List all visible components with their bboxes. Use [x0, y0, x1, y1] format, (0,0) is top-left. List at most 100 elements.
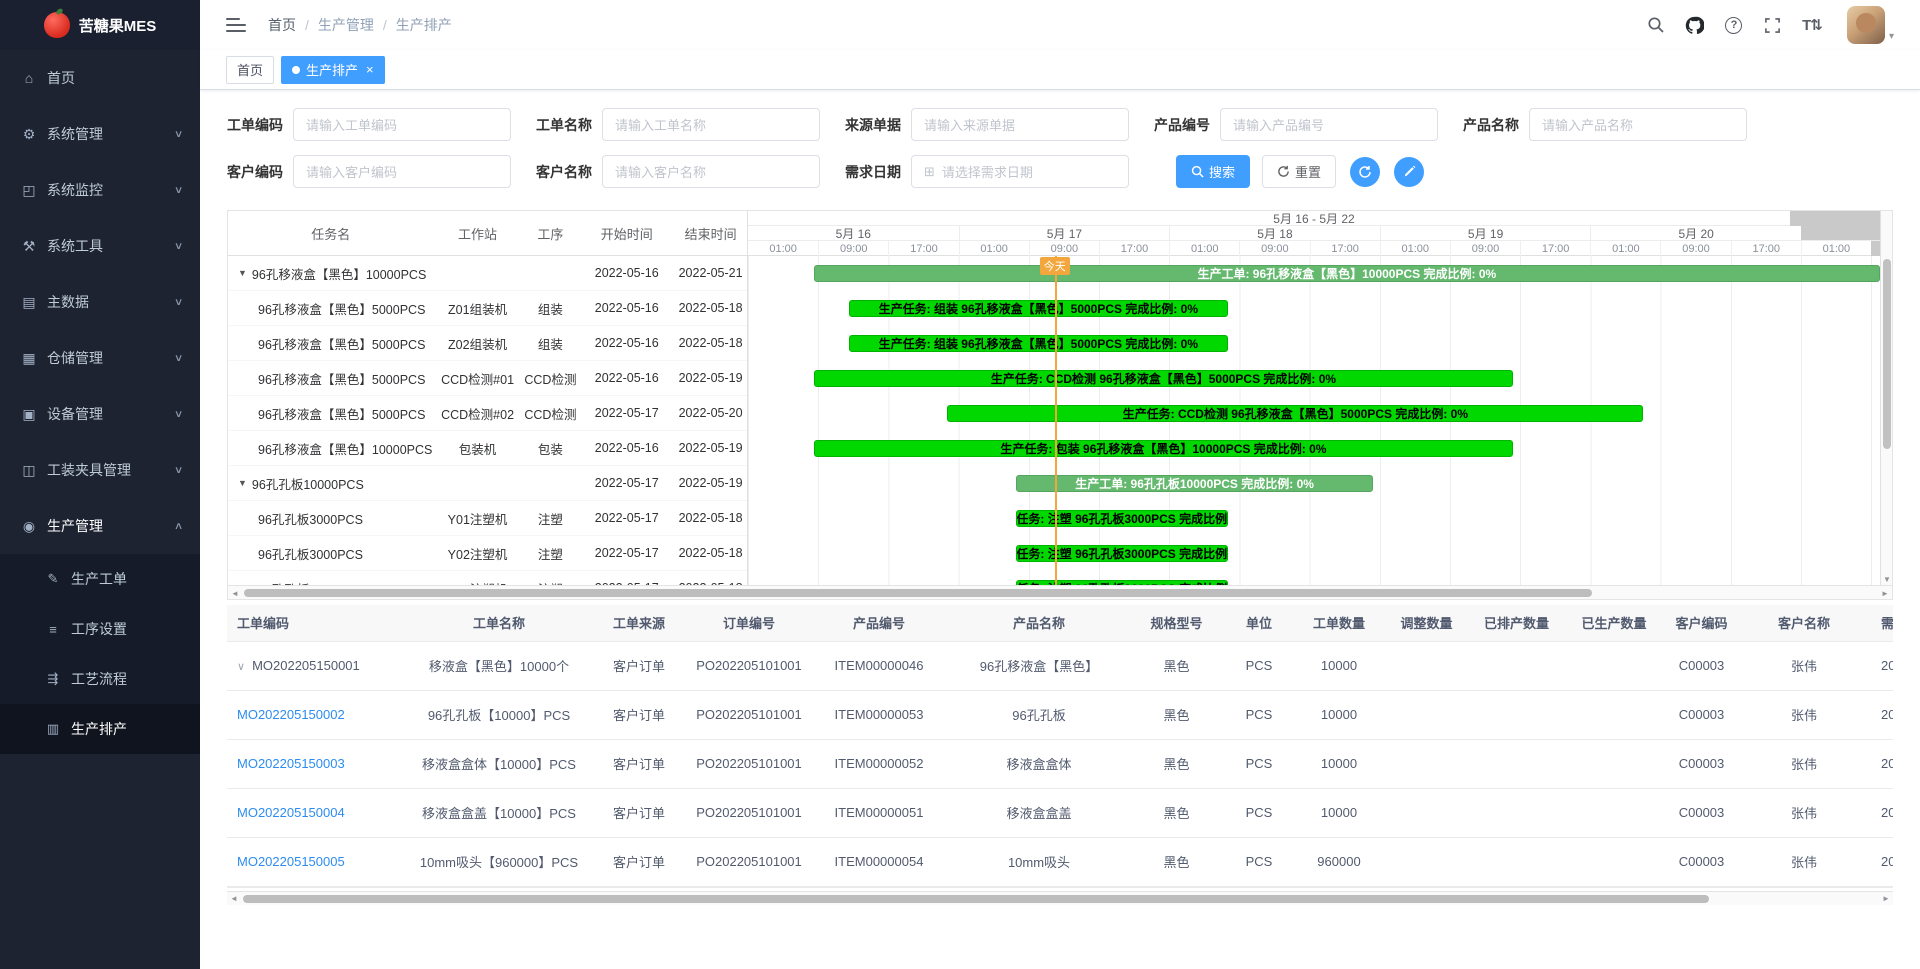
scroll-left-arrow[interactable]: ◄ [228, 586, 242, 600]
work-order-bar[interactable]: 生产工单: 96孔移液盒【黑色】10000PCS 完成比例: 0% [814, 265, 1880, 282]
search-button[interactable]: 搜索 [1176, 155, 1250, 188]
orders-cell: 202 [1869, 739, 1893, 788]
production-task-bar[interactable]: 生产任务: CCD检测 96孔移液盒【黑色】5000PCS 完成比例: 0% [814, 370, 1514, 387]
flow-icon: ⇶ [44, 671, 62, 687]
collapse-icon[interactable]: ▼ [238, 268, 247, 278]
text-input[interactable]: 请输入客户名称 [602, 155, 820, 188]
sidebar-item-monitor[interactable]: ◰系统监控∨ [0, 162, 200, 218]
production-task-bar[interactable]: 生产任务: CCD检测 96孔移液盒【黑色】5000PCS 完成比例: 0% [947, 405, 1643, 422]
fullscreen-icon[interactable] [1763, 15, 1783, 35]
scroll-down-arrow[interactable]: ▼ [1881, 575, 1893, 584]
production-task-bar[interactable]: 生产任务: 组装 96孔移液盒【黑色】5000PCS 完成比例: 0% [849, 300, 1228, 317]
help-icon[interactable]: ? [1724, 15, 1744, 35]
hamburger-icon[interactable] [226, 18, 246, 32]
user-menu[interactable]: ▾ [1847, 6, 1894, 44]
expand-chevron-icon[interactable]: ∨ [237, 661, 245, 673]
orders-cell: 客户订单 [589, 788, 689, 837]
work-order-code-link[interactable]: MO202205150003 [237, 756, 345, 771]
gantt-bar-row: 生产任务: CCD检测 96孔移液盒【黑色】5000PCS 完成比例: 0% [748, 396, 1880, 431]
work-order-code-link[interactable]: MO202205150001 [252, 658, 360, 673]
timeline-day-label: 5月 19 [1380, 226, 1591, 240]
edit-button[interactable] [1394, 157, 1424, 187]
sidebar-item-system[interactable]: ⚙系统管理∨ [0, 106, 200, 162]
sidebar-item-schedule[interactable]: ▥生产排产 [0, 704, 200, 754]
table-row[interactable]: MO20220515000296孔孔板【10000】PCS客户订单PO20220… [227, 690, 1893, 739]
scroll-left-arrow[interactable]: ◄ [227, 892, 241, 906]
work-order-code-link[interactable]: MO202205150004 [237, 805, 345, 820]
submenu-production: ✎生产工单≡工序设置⇶工艺流程▥生产排产 [0, 554, 200, 754]
gantt-horizontal-scrollbar[interactable]: ◄ ► [228, 585, 1892, 599]
sidebar-item-tools[interactable]: ⚒系统工具∨ [0, 218, 200, 274]
scrollbar-thumb[interactable] [243, 895, 1709, 903]
gantt-bar-row: 生产任务: 包装 96孔移液盒【黑色】10000PCS 完成比例: 0% [748, 431, 1880, 466]
sidebar-item-warehouse[interactable]: ▦仓储管理∨ [0, 330, 200, 386]
sidebar-item-device[interactable]: ▣设备管理∨ [0, 386, 200, 442]
scroll-right-arrow[interactable]: ► [1879, 892, 1893, 906]
search-icon[interactable] [1646, 15, 1666, 35]
text-input[interactable]: 请输入产品编号 [1220, 108, 1438, 141]
production-task-bar[interactable]: 生产任务: 组装 96孔移液盒【黑色】5000PCS 完成比例: 0% [849, 335, 1228, 352]
breadcrumb-item[interactable]: 生产管理 [318, 15, 374, 35]
date-input[interactable]: ⊞请选择需求日期 [911, 155, 1129, 188]
input-placeholder: 请输入产品编号 [1233, 115, 1324, 134]
task-process: 包装 [521, 439, 579, 458]
gantt-chart-body: 今天 生产工单: 96孔移液盒【黑色】10000PCS 完成比例: 0%生产任务… [748, 256, 1880, 585]
production-task-bar[interactable]: 生产任务: 注塑 96孔孔板3000PCS 完成比例: 0% [1016, 510, 1228, 527]
sidebar-item-production[interactable]: ◉生产管理∧ [0, 498, 200, 554]
tab-close-icon[interactable]: × [364, 63, 374, 76]
task-name-cell: 96孔移液盒【黑色】5000PCS [228, 404, 434, 423]
reset-button[interactable]: 重置 [1262, 155, 1336, 188]
sidebar-item-workorder[interactable]: ✎生产工单 [0, 554, 200, 604]
work-order-code-link[interactable]: MO202205150002 [237, 707, 345, 722]
table-row[interactable]: MO202205150003移液盒盒体【10000】PCS客户订单PO20220… [227, 739, 1893, 788]
sidebar-item-flow[interactable]: ⇶工艺流程 [0, 654, 200, 704]
text-input[interactable]: 请输入工单名称 [602, 108, 820, 141]
orders-cell: C00003 [1664, 837, 1739, 886]
task-station: Y01注塑机 [434, 509, 522, 528]
gantt-vertical-scrollbar[interactable]: ▼ [1880, 211, 1892, 585]
scrollbar-thumb[interactable] [244, 589, 1592, 597]
avatar[interactable] [1847, 6, 1885, 44]
orders-column-header: 调整数量 [1384, 605, 1469, 641]
collapse-icon[interactable]: ▼ [238, 478, 247, 488]
gantt-bar-row: 生产工单: 96孔孔板10000PCS 完成比例: 0% [748, 466, 1880, 501]
menu-label: 设备管理 [47, 404, 175, 424]
text-input[interactable]: 请输入客户编码 [293, 155, 511, 188]
tab-label: 生产排产 [306, 60, 358, 79]
text-input[interactable]: 请输入工单编码 [293, 108, 511, 141]
table-row[interactable]: ∨MO202205150001移液盒【黑色】10000个客户订单PO202205… [227, 641, 1893, 690]
orders-cell: PCS [1224, 690, 1294, 739]
sidebar-item-masterdata[interactable]: ▤主数据∨ [0, 274, 200, 330]
text-input[interactable]: 请输入来源单据 [911, 108, 1129, 141]
breadcrumb-item[interactable]: 生产排产 [396, 15, 452, 35]
table-row[interactable]: MO202205150004移液盒盒盖【10000】PCS客户订单PO20220… [227, 788, 1893, 837]
production-icon: ◉ [20, 518, 38, 535]
sidebar-item-process[interactable]: ≡工序设置 [0, 604, 200, 654]
orders-horizontal-scrollbar[interactable]: ◄ ► [227, 891, 1893, 905]
breadcrumb-item[interactable]: 首页 [268, 15, 296, 35]
scrollbar-thumb[interactable] [1883, 259, 1891, 449]
refresh-button[interactable] [1350, 157, 1380, 187]
text-input[interactable]: 请输入产品名称 [1529, 108, 1747, 141]
production-task-bar[interactable]: 生产任务: 包装 96孔移液盒【黑色】10000PCS 完成比例: 0% [814, 440, 1514, 457]
task-station: Z02组装机 [434, 334, 522, 353]
orders-cell: 202 [1869, 641, 1893, 690]
sidebar-item-home[interactable]: ⌂首页 [0, 50, 200, 106]
input-placeholder: 请输入客户名称 [615, 162, 706, 181]
work-order-bar[interactable]: 生产工单: 96孔孔板10000PCS 完成比例: 0% [1016, 475, 1373, 492]
tab-生产排产[interactable]: 生产排产 × [281, 56, 385, 84]
schedule-icon: ▥ [44, 721, 62, 737]
tab-首页[interactable]: 首页 [226, 56, 274, 84]
orders-cell: PCS [1224, 837, 1294, 886]
orders-cell: 张伟 [1739, 690, 1869, 739]
production-task-bar[interactable]: 生产任务: 注塑 96孔孔板3000PCS 完成比例: 0% [1016, 545, 1228, 562]
table-row[interactable]: MO20220515000510mm吸头【960000】PCS客户订单PO202… [227, 837, 1893, 886]
monitor-icon: ◰ [20, 182, 38, 199]
github-icon[interactable] [1685, 15, 1705, 35]
sidebar-item-fixture[interactable]: ◫工装夹具管理∨ [0, 442, 200, 498]
task-start-date: 2022-05-16 [579, 441, 674, 455]
work-order-code-link[interactable]: MO202205150005 [237, 854, 345, 869]
scroll-right-arrow[interactable]: ► [1878, 586, 1892, 600]
font-size-icon[interactable]: T⇅ [1802, 15, 1822, 35]
tab-bar: 首页 生产排产 × [200, 50, 1920, 90]
